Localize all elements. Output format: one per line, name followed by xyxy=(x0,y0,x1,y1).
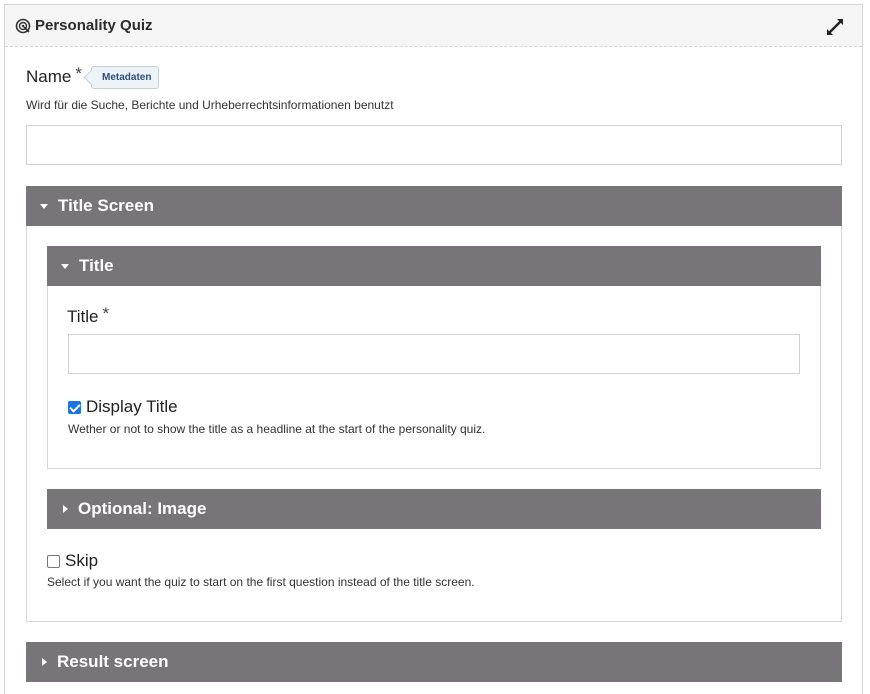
expand-caret-icon xyxy=(63,505,68,513)
title-group-header-text: Title xyxy=(79,256,114,275)
app-title: Personality Quiz xyxy=(35,17,153,34)
app-header: Personality Quiz xyxy=(5,5,862,47)
collapse-caret-icon xyxy=(61,263,69,269)
title-screen-header-text: Title Screen xyxy=(58,196,155,215)
name-field-description: Wird für die Suche, Berichte und Urheber… xyxy=(26,98,394,112)
skip-checkbox-row[interactable]: Skip xyxy=(47,551,98,571)
result-screen-header-text: Result screen xyxy=(57,652,169,671)
name-label-text: Name xyxy=(26,67,72,86)
title-required-mark: * xyxy=(102,304,110,323)
title-field-label: Title * xyxy=(67,304,110,327)
skip-description: Select if you want the quiz to start on … xyxy=(47,575,475,589)
name-required-mark: * xyxy=(75,64,82,83)
display-title-description: Wether or not to show the title as a hea… xyxy=(68,422,486,436)
image-group-header[interactable]: Optional: Image xyxy=(47,489,821,529)
name-field-label: Name * xyxy=(26,64,82,87)
skip-label: Skip xyxy=(65,551,99,570)
metadata-button[interactable]: Metadaten xyxy=(91,66,160,89)
skip-checkbox[interactable] xyxy=(47,554,60,568)
title-screen-group-header[interactable]: Title Screen xyxy=(26,186,842,226)
display-title-checkbox-row[interactable]: Display Title xyxy=(68,397,178,417)
display-title-label: Display Title xyxy=(86,397,178,416)
collapse-caret-icon xyxy=(40,203,48,209)
title-group-body xyxy=(47,286,821,469)
display-title-checkbox[interactable] xyxy=(68,400,81,414)
title-label-text: Title xyxy=(67,307,99,326)
image-group-header-text: Optional: Image xyxy=(78,499,207,518)
fullscreen-icon[interactable] xyxy=(824,16,846,38)
result-screen-group-header[interactable]: Result screen xyxy=(26,642,842,682)
title-input[interactable] xyxy=(68,334,800,374)
name-input[interactable] xyxy=(26,125,842,165)
personality-quiz-icon xyxy=(15,18,31,34)
title-group-header[interactable]: Title xyxy=(47,246,821,286)
expand-caret-icon xyxy=(42,658,47,666)
